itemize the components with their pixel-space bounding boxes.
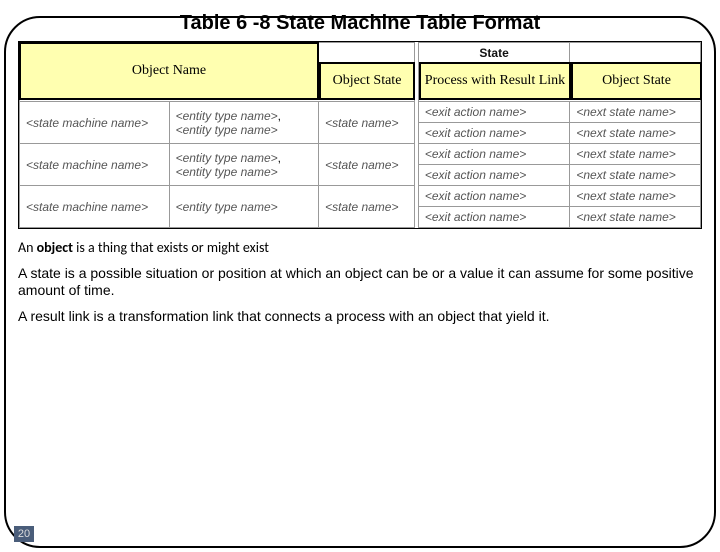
cell-state: state name xyxy=(325,158,398,172)
overlay-object-state-2: Object State xyxy=(571,62,702,100)
cell-entity-a: entity type name xyxy=(176,151,278,165)
cell-next-state: next state name xyxy=(576,210,675,224)
cell-next-state: next state name xyxy=(576,126,675,140)
table-wrapper: Object Name Object State Process with Re… xyxy=(18,41,702,229)
cell-entity-a: entity type name xyxy=(176,109,278,123)
cell-exit-action: exit action name xyxy=(425,126,526,140)
cell-exit-action: exit action name xyxy=(425,210,526,224)
cell-sm-name: state machine name xyxy=(26,158,148,172)
cell-exit-action: exit action name xyxy=(425,105,526,119)
definition-state: A state is a possible situation or posit… xyxy=(18,265,702,300)
overlay-process-link: Process with Result Link xyxy=(419,62,571,100)
cell-exit-action: exit action name xyxy=(425,189,526,203)
cell-entity-b: entity type name xyxy=(176,123,278,137)
cell-next-state: next state name xyxy=(576,168,675,182)
header-state: State xyxy=(418,43,570,64)
cell-next-state: next state name xyxy=(576,147,675,161)
cell-entity-b: entity type name xyxy=(176,165,278,179)
cell-entity: entity type name xyxy=(176,200,278,214)
overlay-object-state: Object State xyxy=(319,62,415,100)
definition-object: An object is a thing that exists or migh… xyxy=(18,239,702,257)
cell-sm-name: state machine name xyxy=(26,116,148,130)
cell-state: state name xyxy=(325,200,398,214)
cell-next-state: next state name xyxy=(576,189,675,203)
cell-exit-action: exit action name xyxy=(425,147,526,161)
definition-result-link: A result link is a transformation link t… xyxy=(18,308,702,326)
cell-next-state: next state name xyxy=(576,105,675,119)
cell-sm-name: state machine name xyxy=(26,200,148,214)
overlay-object-name: Object Name xyxy=(19,42,319,100)
cell-exit-action: exit action name xyxy=(425,168,526,182)
cell-state: state name xyxy=(325,116,398,130)
table-title: Table 6 -8 State Machine Table Format xyxy=(0,12,720,35)
